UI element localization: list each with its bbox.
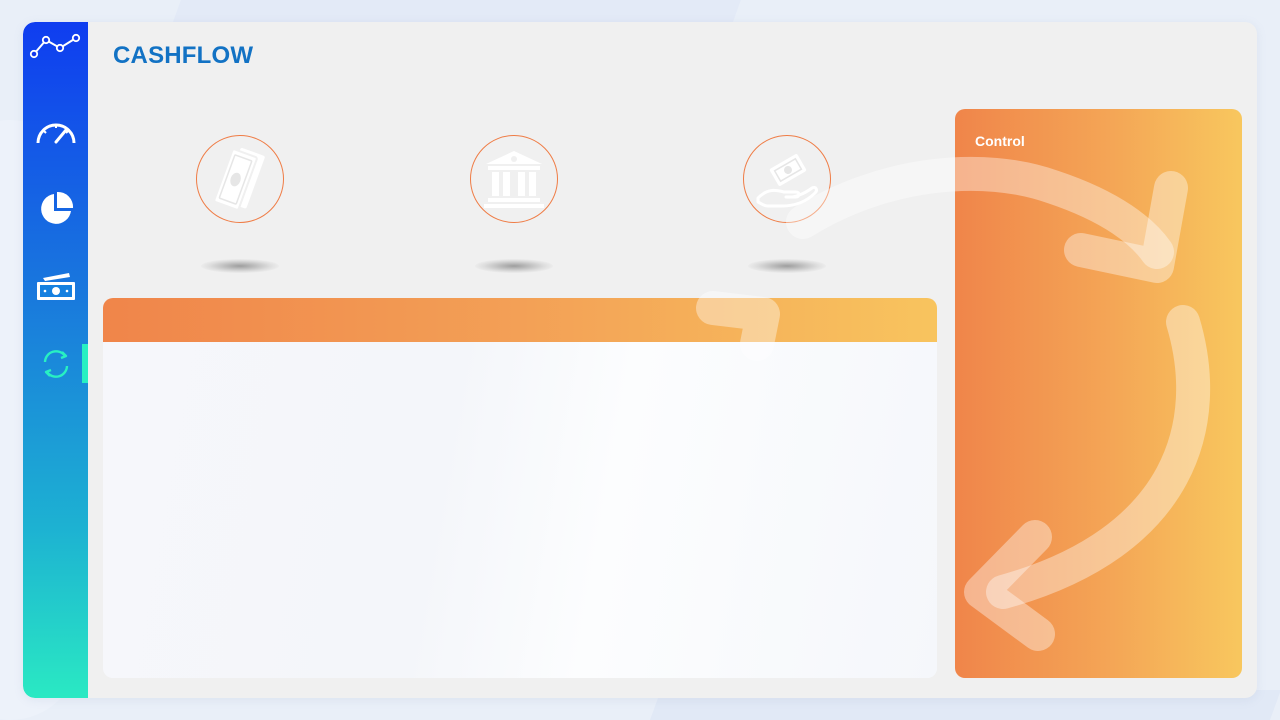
control-label: Control xyxy=(975,133,1025,149)
pie-chart-icon[interactable] xyxy=(23,190,88,228)
banknotes-icon xyxy=(213,147,265,211)
kpi-circle xyxy=(196,135,284,223)
main-content-card xyxy=(103,298,937,678)
kpi-shadow xyxy=(475,259,553,273)
kpi-circle xyxy=(470,135,558,223)
dashboard-frame: CASHFLOW Control xyxy=(23,22,1257,698)
hand-money-icon xyxy=(756,154,818,208)
card-header xyxy=(103,298,937,342)
cash-icon[interactable] xyxy=(23,270,88,304)
card-body xyxy=(103,342,937,678)
active-indicator xyxy=(82,344,88,383)
speedometer-icon[interactable] xyxy=(23,116,88,150)
kpi-banknotes[interactable] xyxy=(196,135,284,273)
kpi-shadow xyxy=(201,259,279,273)
control-panel: Control xyxy=(955,109,1242,678)
sidebar xyxy=(23,22,88,698)
kpi-shadow xyxy=(748,259,826,273)
kpi-hand-money[interactable] xyxy=(743,135,831,273)
page-title: CASHFLOW xyxy=(113,42,254,69)
trend-line-icon[interactable] xyxy=(23,30,88,62)
bank-building-icon xyxy=(484,151,544,208)
kpi-circle xyxy=(743,135,831,223)
refresh-cycle-icon[interactable] xyxy=(23,346,88,382)
kpi-bank[interactable] xyxy=(470,135,558,273)
